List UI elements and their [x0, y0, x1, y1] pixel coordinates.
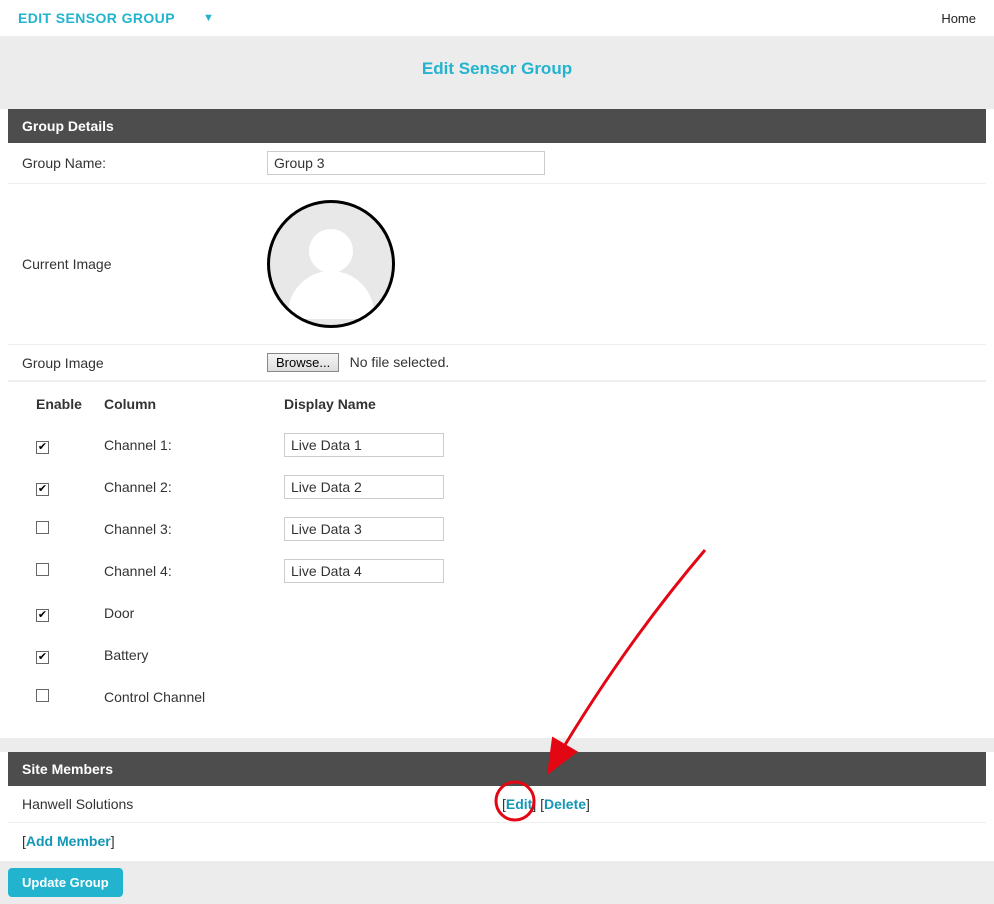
- channel-label: Channel 3:: [104, 521, 284, 537]
- chevron-down-icon: ▼: [203, 12, 214, 24]
- section-header-site-members: Site Members: [8, 752, 986, 786]
- footer-bar: Update Group: [0, 861, 994, 904]
- channels-table: Enable Column Display Name ✔ Channel 1: ✔ C…: [8, 381, 986, 738]
- display-name-input[interactable]: [284, 475, 444, 499]
- enable-checkbox[interactable]: ✔: [36, 483, 49, 496]
- channel-label: Control Channel: [104, 689, 284, 705]
- update-group-button[interactable]: Update Group: [8, 868, 123, 897]
- file-status-text: No file selected.: [350, 354, 450, 370]
- channel-row: ✔ Door: [36, 592, 958, 634]
- member-name: Hanwell Solutions: [22, 796, 502, 812]
- channel-row: Control Channel: [36, 676, 958, 718]
- channel-label: Channel 1:: [104, 437, 284, 453]
- group-name-input[interactable]: [267, 151, 545, 175]
- page-title: Edit Sensor Group: [0, 37, 994, 101]
- channel-label: Door: [104, 605, 284, 621]
- channel-row: ✔ Battery: [36, 634, 958, 676]
- add-member-row: [Add Member]: [8, 823, 986, 859]
- channel-row: ✔ Channel 1:: [36, 424, 958, 466]
- section-group-details: Group Details Group Name: Current Image …: [8, 109, 986, 738]
- label-group-name: Group Name:: [22, 155, 267, 171]
- page-dropdown-label: EDIT SENSOR GROUP: [18, 10, 175, 26]
- col-header-enable: Enable: [36, 396, 104, 412]
- avatar: [267, 200, 395, 328]
- enable-checkbox[interactable]: ✔: [36, 651, 49, 664]
- channel-row: ✔ Channel 2:: [36, 466, 958, 508]
- member-actions: [Edit] [Delete]: [502, 796, 590, 812]
- enable-checkbox[interactable]: [36, 689, 49, 702]
- channel-label: Battery: [104, 647, 284, 663]
- display-name-input[interactable]: [284, 559, 444, 583]
- row-current-image: Current Image: [8, 184, 986, 345]
- enable-checkbox[interactable]: ✔: [36, 609, 49, 622]
- col-header-column: Column: [104, 396, 284, 412]
- member-row: Hanwell Solutions [Edit] [Delete]: [8, 786, 986, 823]
- label-current-image: Current Image: [22, 256, 267, 272]
- section-header-group-details: Group Details: [8, 109, 986, 143]
- channel-label: Channel 4:: [104, 563, 284, 579]
- display-name-input[interactable]: [284, 433, 444, 457]
- top-bar: EDIT SENSOR GROUP ▼ Home: [0, 0, 994, 37]
- enable-checkbox[interactable]: [36, 521, 49, 534]
- row-group-name: Group Name:: [8, 143, 986, 184]
- edit-link[interactable]: Edit: [506, 796, 532, 812]
- section-site-members: Site Members Hanwell Solutions [Edit] [D…: [8, 752, 986, 859]
- browse-button[interactable]: Browse...: [267, 353, 339, 372]
- page-dropdown[interactable]: EDIT SENSOR GROUP ▼: [18, 10, 214, 26]
- enable-checkbox[interactable]: [36, 563, 49, 576]
- row-group-image: Group Image Browse... No file selected.: [8, 345, 986, 381]
- channel-row: Channel 3:: [36, 508, 958, 550]
- display-name-input[interactable]: [284, 517, 444, 541]
- home-link[interactable]: Home: [941, 11, 976, 26]
- enable-checkbox[interactable]: ✔: [36, 441, 49, 454]
- delete-link[interactable]: Delete: [544, 796, 586, 812]
- channel-row: Channel 4:: [36, 550, 958, 592]
- col-header-display: Display Name: [284, 396, 958, 412]
- channel-label: Channel 2:: [104, 479, 284, 495]
- label-group-image: Group Image: [22, 355, 267, 371]
- add-member-link[interactable]: Add Member: [26, 833, 111, 849]
